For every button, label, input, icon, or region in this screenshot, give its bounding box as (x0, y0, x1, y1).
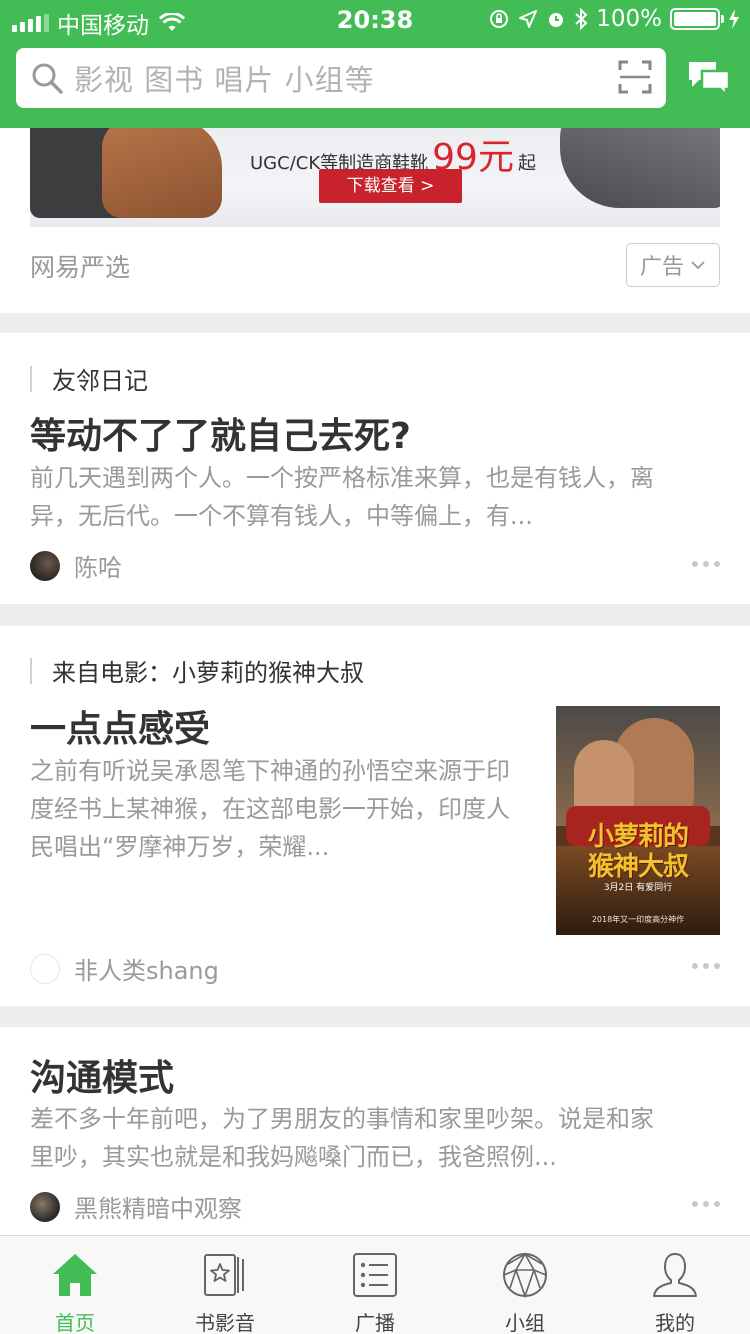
ad-download-button[interactable]: 下载查看 > (319, 169, 462, 203)
bottom-tab-bar: 首页 书影音 广播 小组 我的 (0, 1235, 750, 1334)
author-name: 黑熊精暗中观察 (74, 1195, 242, 1223)
battery-icon (670, 8, 724, 30)
search-placeholder: 影视 图书 唱片 小组等 (74, 63, 375, 97)
tab-books-movies-music[interactable]: 书影音 (150, 1236, 300, 1334)
more-options-icon[interactable] (692, 963, 720, 969)
source-divider (30, 657, 32, 684)
post-source[interactable]: 友邻日记 (30, 361, 148, 396)
poster-title: 小萝莉的 猴神大叔 (587, 822, 689, 882)
ad-price-suffix: 起 (517, 153, 536, 174)
tab-label: 我的 (655, 1311, 695, 1334)
poster-date: 3月2日 有爱同行 (603, 883, 673, 893)
charging-icon (729, 9, 739, 29)
movie-poster-image[interactable]: 小萝莉的 猴神大叔 3月2日 有爱同行 2018年又一印度高分神作 (556, 706, 720, 935)
search-icon (32, 63, 63, 94)
more-options-icon[interactable] (692, 561, 720, 567)
group-icon (503, 1252, 547, 1299)
post-title[interactable]: 一点点感受 (30, 700, 210, 752)
feed-card[interactable]: 来自电影：小萝莉的猴神大叔 一点点感受 之前有听说吴承恩笔下神通的孙悟空来源于印… (0, 626, 750, 1006)
scan-icon[interactable] (618, 60, 652, 94)
post-source[interactable]: 来自电影：小萝莉的猴神大叔 (30, 653, 364, 688)
post-title[interactable]: 等动不了了就自己去死? (30, 407, 411, 459)
more-options-icon[interactable] (692, 1201, 720, 1207)
ad-tag-label: 广告 (639, 255, 684, 280)
search-bar[interactable]: 影视 图书 唱片 小组等 (16, 48, 666, 108)
ad-banner-image[interactable]: UGC/CK等制造商鞋靴 99元 起 下载查看 > (30, 128, 720, 227)
alarm-icon (549, 13, 564, 27)
tab-label: 书影音 (195, 1311, 255, 1334)
post-source-label: 友邻日记 (52, 367, 148, 395)
author-name: 陈哈 (74, 554, 122, 582)
feed-card[interactable]: 沟通模式 差不多十年前吧，为了男朋友的事情和家里吵架。说是和家里吵，其实也就是和… (0, 1027, 750, 1235)
post-excerpt: 前几天遇到两个人。一个按严格标准来算，也是有钱人，离异，无后代。一个不算有钱人，… (30, 464, 654, 530)
post-source-label: 来自电影：小萝莉的猴神大叔 (52, 659, 364, 687)
tab-broadcast[interactable]: 广播 (300, 1236, 450, 1334)
chat-icon[interactable] (686, 58, 732, 98)
tab-profile[interactable]: 我的 (600, 1236, 750, 1334)
broadcast-icon (353, 1253, 397, 1297)
post-author[interactable]: 陈哈 (30, 548, 122, 583)
ad-source: 网易严选 (30, 253, 131, 282)
post-excerpt: 差不多十年前吧，为了男朋友的事情和家里吵架。说是和家里吵，其实也就是和我妈飚嗓门… (30, 1105, 654, 1171)
shoe-image (560, 128, 720, 208)
tab-label: 小组 (505, 1311, 545, 1334)
book-film-music-icon (204, 1254, 244, 1296)
tab-home[interactable]: 首页 (0, 1236, 150, 1334)
poster-footer: 2018年又一印度高分神作 (591, 915, 685, 924)
profile-icon (653, 1253, 697, 1297)
shoe-image (102, 128, 222, 218)
post-title[interactable]: 沟通模式 (30, 1049, 174, 1101)
feed-card[interactable]: 友邻日记 等动不了了就自己去死? 前几天遇到两个人。一个按严格标准来算，也是有钱… (0, 333, 750, 604)
orientation-lock-icon (490, 10, 509, 28)
battery-percent: 100% (596, 6, 662, 32)
post-author[interactable]: 黑熊精暗中观察 (30, 1189, 242, 1224)
ad-card[interactable]: UGC/CK等制造商鞋靴 99元 起 下载查看 > 网易严选 广告 (0, 128, 750, 313)
post-author[interactable]: 非人类shang (30, 951, 219, 986)
avatar[interactable] (30, 953, 60, 984)
chevron-down-icon (691, 261, 705, 270)
source-divider (30, 365, 32, 392)
bluetooth-icon (575, 8, 588, 30)
location-icon (519, 10, 538, 28)
status-bar: 中国移动 20:38 100% (0, 0, 750, 40)
tab-label: 首页 (55, 1311, 95, 1334)
avatar[interactable] (30, 550, 60, 581)
ad-tag-dropdown[interactable]: 广告 (626, 243, 720, 287)
home-icon (53, 1254, 97, 1296)
tab-label: 广播 (355, 1311, 395, 1334)
app-header: 中国移动 20:38 100% 影视 图书 唱片 小组等 (0, 0, 750, 128)
post-excerpt: 之前有听说吴承恩笔下神通的孙悟空来源于印度经书上某神猴，在这部电影一开始，印度人… (30, 757, 510, 861)
avatar[interactable] (30, 1191, 60, 1222)
tab-groups[interactable]: 小组 (450, 1236, 600, 1334)
author-name: 非人类shang (74, 957, 219, 985)
